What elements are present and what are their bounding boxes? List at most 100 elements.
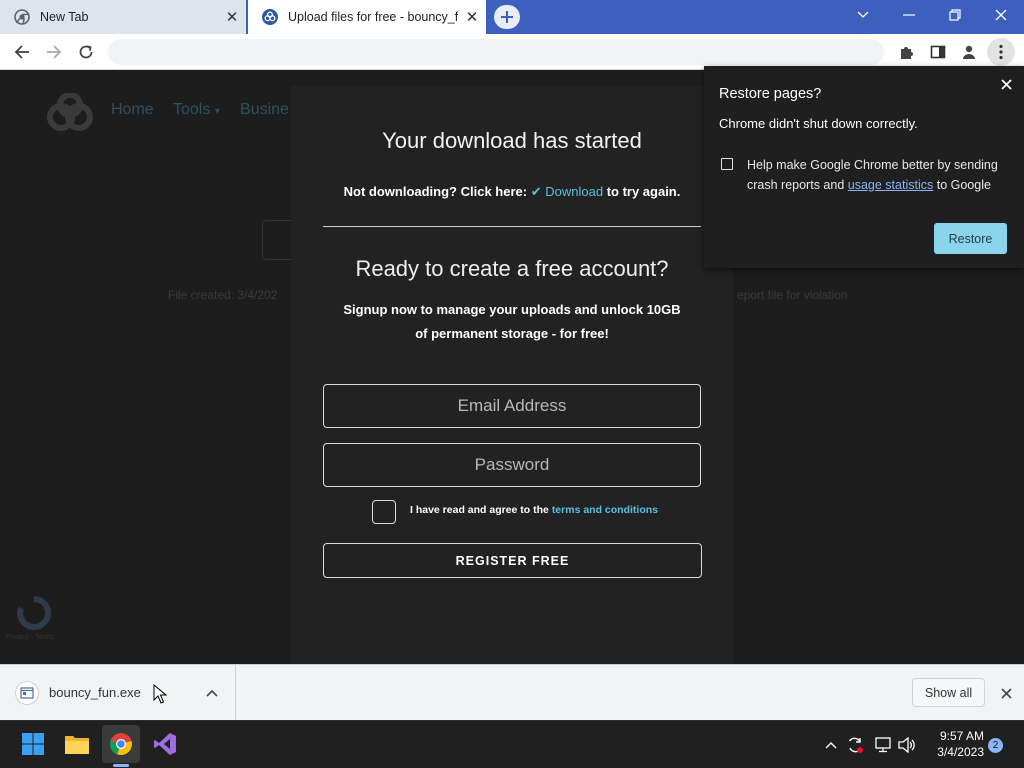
visual-studio-button[interactable] xyxy=(146,725,184,763)
download-item[interactable]: bouncy_fun.exe xyxy=(0,665,236,720)
terms-link[interactable]: terms and conditions xyxy=(552,504,658,516)
divider xyxy=(323,226,701,227)
speaker-icon xyxy=(898,737,915,753)
bouncy-logo-icon xyxy=(262,9,278,25)
nav-home[interactable]: Home xyxy=(111,101,154,119)
exe-file-icon xyxy=(15,681,39,705)
usage-statistics-link[interactable]: usage statistics xyxy=(848,178,933,192)
close-window-button[interactable] xyxy=(978,0,1024,30)
kebab-menu-icon xyxy=(999,44,1003,60)
back-button[interactable] xyxy=(8,38,36,66)
address-bar[interactable] xyxy=(108,39,884,65)
profile-button[interactable] xyxy=(955,38,983,66)
download-retry-text: Not downloading? Click here: ✔ Download … xyxy=(291,184,733,200)
windows-icon xyxy=(22,733,44,755)
crash-report-label: Help make Google Chrome better by sendin… xyxy=(747,155,1009,195)
recaptcha-terms: Privacy - Terms xyxy=(6,634,55,641)
file-explorer-button[interactable] xyxy=(58,725,96,763)
nav-tools-label: Tools xyxy=(173,101,211,118)
download-modal: Your download has started Not downloadin… xyxy=(291,86,733,664)
sync-icon xyxy=(848,737,863,753)
system-clock[interactable]: 9:57 AM 3/4/2023 xyxy=(928,728,984,760)
clock-date: 3/4/2023 xyxy=(937,745,984,759)
nav-business[interactable]: Busine xyxy=(240,101,289,119)
forward-button[interactable] xyxy=(40,38,68,66)
volume-status[interactable] xyxy=(896,729,918,761)
tab-search-button[interactable] xyxy=(840,0,886,30)
check-icon: ✔ xyxy=(530,184,542,199)
mouse-cursor-icon xyxy=(153,684,167,704)
minimize-icon xyxy=(903,14,915,16)
side-panel-button[interactable] xyxy=(924,38,952,66)
tab-title: New Tab xyxy=(40,10,89,24)
folder-icon xyxy=(65,736,89,754)
modal-title: Your download has started xyxy=(382,128,642,153)
reload-icon xyxy=(79,45,93,59)
sync-status[interactable] xyxy=(844,729,866,761)
close-icon xyxy=(995,9,1007,21)
restore-title: Restore pages? xyxy=(719,86,822,102)
terms-label-text: I have read and agree to the xyxy=(410,504,549,516)
network-status[interactable] xyxy=(872,729,894,761)
restore-button[interactable]: Restore xyxy=(934,223,1007,254)
tab-strip: New Tab ✕ Upload files for free - bouncy… xyxy=(0,0,1024,34)
tab-upload-files[interactable]: Upload files for free - bouncy_fun ✕ xyxy=(248,0,486,34)
email-field[interactable] xyxy=(323,384,701,428)
restore-close-button[interactable] xyxy=(996,74,1016,94)
minimize-button[interactable] xyxy=(886,0,932,30)
taskbar: 9:57 AM 3/4/2023 2 xyxy=(0,720,1024,768)
show-all-button[interactable]: Show all xyxy=(912,678,985,707)
new-tab-button[interactable] xyxy=(494,5,520,29)
nav-tools[interactable]: Tools ▾ xyxy=(173,101,220,119)
signup-pitch: Signup now to manage your uploads and un… xyxy=(343,302,681,341)
restore-window-icon xyxy=(949,9,961,21)
recaptcha-icon xyxy=(17,595,52,630)
close-icon xyxy=(1000,687,1012,699)
chrome-icon xyxy=(109,733,132,756)
close-icon xyxy=(1000,78,1012,90)
network-icon xyxy=(875,737,891,753)
tab-close-icon[interactable]: ✕ xyxy=(218,8,246,26)
terms-label: I have read and agree to the terms and c… xyxy=(410,504,658,516)
download-options-button[interactable] xyxy=(203,684,221,702)
restore-pages-bubble: Restore pages? Chrome didn't shut down c… xyxy=(704,66,1024,268)
account-heading: Ready to create a free account? xyxy=(355,256,669,281)
show-hidden-icons-button[interactable] xyxy=(820,729,842,761)
start-button[interactable] xyxy=(14,725,52,763)
register-button[interactable]: REGISTER FREE xyxy=(323,543,702,578)
notification-badge[interactable]: 2 xyxy=(988,738,1003,753)
crash-report-checkbox[interactable] xyxy=(721,158,733,170)
download-link[interactable]: ✔ Download xyxy=(531,184,603,199)
reload-button[interactable] xyxy=(72,38,100,66)
chevron-up-icon xyxy=(825,742,837,749)
background-input xyxy=(262,220,292,260)
back-arrow-icon xyxy=(14,45,29,59)
download-link-label: Download xyxy=(545,184,604,199)
crash-report-text-end: to Google xyxy=(936,178,991,192)
forward-arrow-icon xyxy=(47,45,62,59)
puzzle-icon xyxy=(901,47,913,59)
recaptcha-badge[interactable]: Privacy - Terms xyxy=(6,595,60,641)
person-icon xyxy=(963,45,975,59)
shelf-close-button[interactable] xyxy=(996,683,1016,703)
extensions-button[interactable] xyxy=(892,38,920,66)
password-field[interactable] xyxy=(323,443,701,487)
clock-time: 9:57 AM xyxy=(939,729,984,743)
chrome-taskbar-button[interactable] xyxy=(102,725,140,763)
site-logo-icon xyxy=(47,93,93,131)
restore-message: Chrome didn't shut down correctly. xyxy=(719,116,918,131)
not-downloading-label: Not downloading? Click here: xyxy=(343,184,528,199)
restore-window-button[interactable] xyxy=(932,0,978,30)
terms-checkbox[interactable] xyxy=(372,500,396,524)
download-file-name: bouncy_fun.exe xyxy=(49,685,141,700)
file-created-text: File created: 3/4/202 xyxy=(168,288,278,302)
tab-new-tab[interactable]: New Tab ✕ xyxy=(0,0,246,34)
tab-close-icon[interactable]: ✕ xyxy=(458,8,486,26)
plus-icon xyxy=(501,11,513,23)
running-indicator xyxy=(113,764,129,767)
side-panel-icon xyxy=(930,45,946,59)
menu-button[interactable] xyxy=(987,38,1015,66)
chevron-down-icon xyxy=(857,11,869,18)
report-file-link[interactable]: eport file for violation xyxy=(737,288,848,302)
browser-toolbar xyxy=(0,34,1024,70)
